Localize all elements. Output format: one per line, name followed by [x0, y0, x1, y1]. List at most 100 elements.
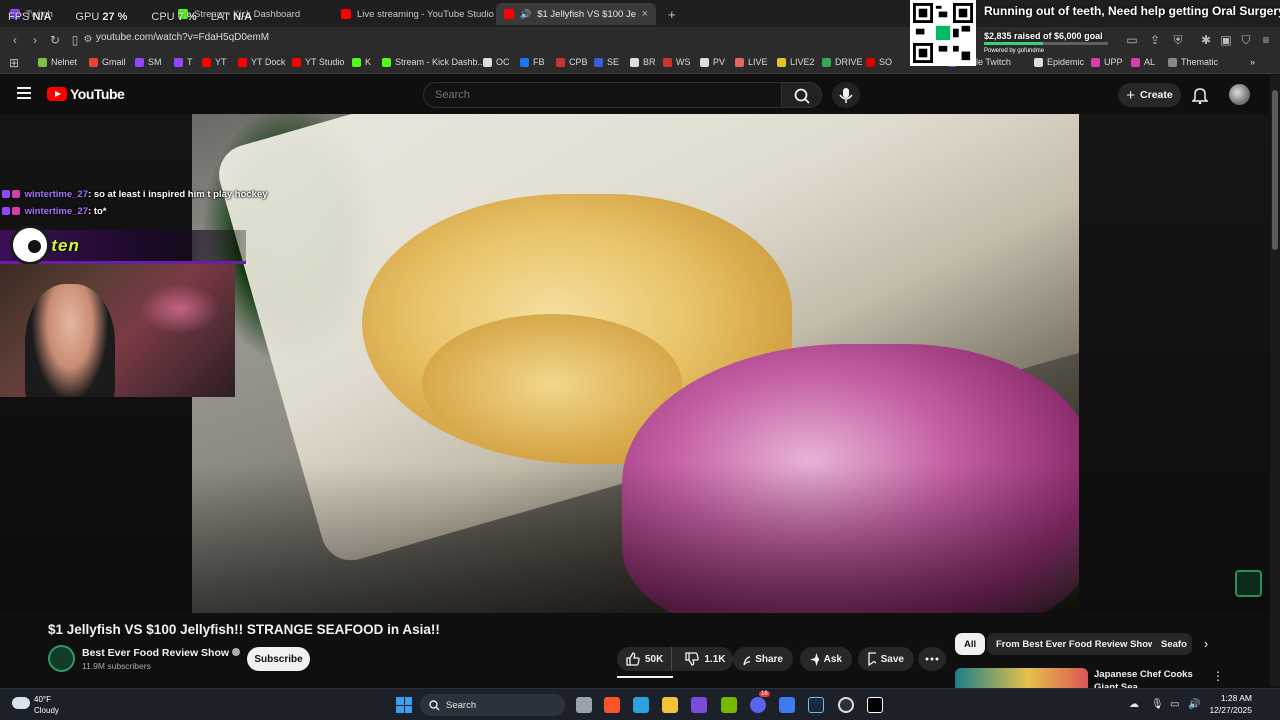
- account-avatar[interactable]: [1229, 84, 1250, 105]
- discord-icon[interactable]: 16: [750, 691, 770, 713]
- microphone-tray-icon[interactable]: 🎙: [1151, 699, 1164, 710]
- bookmark-favicon-icon: [238, 57, 247, 67]
- share-button[interactable]: Share: [733, 647, 793, 671]
- cloud-icon[interactable]: [12, 697, 30, 709]
- youtube-play-icon: [47, 87, 67, 101]
- notifications-bell-icon[interactable]: [1192, 86, 1208, 104]
- capcut-icon[interactable]: [867, 697, 883, 713]
- obs-icon[interactable]: [838, 697, 854, 713]
- onedrive-cloud-icon[interactable]: ☁: [1129, 699, 1139, 710]
- volume-icon[interactable]: 🔊: [1188, 699, 1200, 710]
- search-icon: [429, 699, 440, 710]
- bookmark-cpb[interactable]: CPB: [556, 57, 588, 67]
- display-tray-icon[interactable]: ▭: [1170, 699, 1179, 710]
- taskbar-search[interactable]: Search: [420, 694, 565, 716]
- channel-watermark[interactable]: [1235, 570, 1262, 597]
- dislike-button[interactable]: 1.1K: [677, 647, 733, 671]
- recommended-video-title[interactable]: Japanese Chef Cooks Giant Sea Cockroach!…: [1094, 668, 1194, 690]
- tab-youtube-studio[interactable]: Live streaming - YouTube Studio: [333, 3, 495, 25]
- windows-start-icon[interactable]: [396, 697, 412, 713]
- bookmark-ws[interactable]: WS: [663, 57, 691, 67]
- bookmark-yt-studio[interactable]: YT Studio: [292, 57, 344, 67]
- youtube-header: YouTube + Create: [0, 75, 1280, 114]
- clock-time[interactable]: 1:28 AM: [1217, 693, 1252, 703]
- bookmark-yt[interactable]: YT: [202, 57, 227, 67]
- video-player[interactable]: [192, 114, 1079, 613]
- search-input[interactable]: [424, 83, 781, 107]
- bookmark-favicon-icon: [777, 57, 786, 67]
- chevron-right-icon[interactable]: ›: [1199, 637, 1213, 651]
- recommended-video-thumbnail[interactable]: [955, 668, 1088, 690]
- steam-icon[interactable]: [808, 697, 824, 713]
- channel-avatar[interactable]: [48, 645, 75, 672]
- bookmark-live[interactable]: LIVE: [735, 57, 768, 67]
- stream-app-icon[interactable]: [691, 697, 707, 713]
- youtube-icon: [341, 9, 351, 19]
- more-actions-icon[interactable]: [918, 647, 946, 671]
- sub-badge-icon: [2, 190, 10, 198]
- chip-seafood[interactable]: Seafo: [1152, 633, 1192, 655]
- nvidia-icon[interactable]: [721, 697, 737, 713]
- reload-icon[interactable]: ↻: [47, 32, 63, 48]
- bookmark-stream-kick-dashb[interactable]: Stream - Kick Dashb...: [382, 57, 485, 67]
- close-tab-icon[interactable]: ×: [642, 8, 648, 20]
- file-explorer-icon[interactable]: [662, 697, 678, 713]
- subscribe-button[interactable]: Subscribe: [247, 647, 310, 671]
- bookmark-favicon-icon: [135, 57, 144, 67]
- create-button[interactable]: + Create: [1118, 83, 1181, 107]
- bookmark-br[interactable]: BR: [630, 57, 656, 67]
- bookmark-label: YT Dock: [251, 57, 286, 67]
- notepad-icon[interactable]: [633, 697, 649, 713]
- scrollbar-thumb[interactable]: [1272, 90, 1278, 250]
- bookmark-drive[interactable]: DRIVE: [822, 57, 863, 67]
- verified-icon: [232, 648, 241, 656]
- bookmark-label: FB: [533, 57, 545, 67]
- latency-stat: LAT N/A: [210, 11, 253, 23]
- page-scrollbar[interactable]: [1270, 75, 1280, 686]
- chat-app-icon[interactable]: [779, 697, 795, 713]
- save-button[interactable]: Save: [858, 647, 914, 671]
- hamburger-menu-icon[interactable]: [17, 87, 31, 99]
- bookmark-label: SM: [148, 57, 162, 67]
- chat-message: wintertime_27: to*: [2, 206, 106, 217]
- weather-description[interactable]: Cloudy: [34, 706, 59, 715]
- voice-search-button[interactable]: [832, 82, 860, 108]
- bookmark-live2[interactable]: LIVE2: [777, 57, 815, 67]
- back-icon[interactable]: ‹: [7, 32, 23, 48]
- search-button[interactable]: [781, 82, 822, 108]
- weather-temperature[interactable]: 40°F: [34, 695, 51, 704]
- clock-date[interactable]: 12/27/2025: [1206, 705, 1252, 715]
- youtube-logo[interactable]: YouTube: [47, 86, 125, 102]
- bookmark-label: K: [365, 57, 372, 67]
- bookmark-k[interactable]: K: [352, 57, 371, 67]
- channel-name[interactable]: Best Ever Food Review Show: [82, 647, 241, 659]
- bookmark-se[interactable]: SE: [594, 57, 619, 67]
- bookmark-oc[interactable]: OC: [483, 57, 510, 67]
- url-field[interactable]: youtube.com/watch?v=FdaH5qD0emM: [96, 32, 269, 43]
- bookmark-sm[interactable]: SM: [135, 57, 162, 67]
- tab-jellyfish-video[interactable]: 🔊 $1 Jellyfish VS $100 Jellyfish!! ×: [496, 3, 656, 25]
- bookmark-yt-dock[interactable]: YT Dock: [238, 57, 285, 67]
- bookmark-gmail[interactable]: Gmail: [89, 57, 126, 67]
- bookmark-nelnet[interactable]: Nelnet: [38, 57, 77, 67]
- bookmark-favicon-icon: [382, 57, 391, 67]
- bookmark-t[interactable]: T: [174, 57, 193, 67]
- fps-stat: FPS N/A: [8, 11, 52, 23]
- bookmark-label: YT: [215, 57, 227, 67]
- chip-all[interactable]: All: [955, 633, 986, 655]
- site-settings-icon[interactable]: ⚙: [80, 32, 96, 48]
- like-button[interactable]: 50K: [617, 647, 673, 671]
- ask-ai-button[interactable]: Ask: [800, 647, 852, 671]
- chip-from-channel[interactable]: From Best Ever Food Review Show: [987, 633, 1165, 655]
- recommended-video-menu-icon[interactable]: ⋮: [1212, 669, 1224, 683]
- new-tab-button[interactable]: +: [660, 3, 680, 25]
- apps-grid-icon[interactable]: ⊞: [6, 55, 22, 71]
- brave-browser-icon[interactable]: [604, 697, 620, 713]
- bookmark-fb[interactable]: FB: [520, 57, 545, 67]
- task-view-icon[interactable]: [576, 697, 592, 713]
- forward-icon[interactable]: ›: [27, 32, 43, 48]
- subscriber-count: 11.9M subscribers: [82, 661, 151, 671]
- bookmark-so[interactable]: SO: [866, 57, 892, 67]
- bookmark-favicon-icon: [352, 57, 361, 67]
- bookmark-pv[interactable]: PV: [700, 57, 725, 67]
